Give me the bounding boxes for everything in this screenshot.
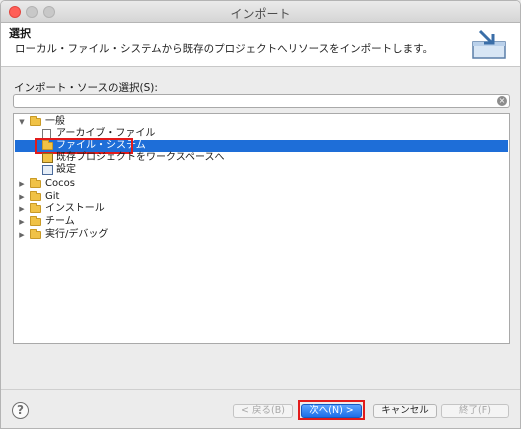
title-bar: インポート: [1, 1, 520, 23]
page-title: 選択: [9, 27, 31, 40]
import-source-tree: ▼ 一般 アーカイブ・ファイル ファイル・システム 既存プロジェクトをワークスペ…: [13, 113, 510, 344]
back-button[interactable]: < 戻る(B): [233, 404, 293, 418]
project-icon: [42, 153, 53, 163]
folder-icon: [30, 178, 41, 188]
wizard-header: 選択 ローカル・ファイル・システムから既存のプロジェクトへリソースをインポートし…: [1, 23, 520, 67]
footer-divider: [1, 389, 520, 390]
tree-item-cocos[interactable]: ▶ Cocos: [15, 178, 508, 190]
page-description: ローカル・ファイル・システムから既存のプロジェクトへリソースをインポートします。: [15, 43, 434, 55]
tree-item-existing-projects[interactable]: 既存プロジェクトをワークスペースへ: [15, 152, 508, 164]
help-icon[interactable]: ?: [12, 402, 29, 419]
tree-item-run-debug[interactable]: ▶ 実行/デバッグ: [15, 229, 508, 241]
tree-item-label: 一般: [45, 116, 65, 127]
expand-arrow-icon[interactable]: ▶: [18, 203, 26, 215]
expand-arrow-icon[interactable]: ▶: [18, 229, 26, 241]
tree-item-label: インストール: [45, 203, 105, 214]
highlight-box: [298, 400, 365, 420]
filter-input[interactable]: ×: [13, 94, 510, 108]
tree-item-label: Cocos: [45, 178, 75, 189]
tree-item-label: 実行/デバッグ: [45, 229, 109, 240]
tree-item-label: チーム: [45, 216, 75, 227]
window-title: インポート: [230, 7, 291, 21]
expand-arrow-icon[interactable]: ▶: [18, 178, 26, 190]
folder-icon: [30, 216, 41, 226]
tree-item-install[interactable]: ▶ インストール: [15, 203, 508, 215]
folder-icon: [30, 203, 41, 213]
folder-icon: [30, 191, 41, 201]
clear-icon[interactable]: ×: [497, 96, 507, 106]
tree-item-team[interactable]: ▶ チーム: [15, 216, 508, 228]
cancel-button[interactable]: キャンセル: [373, 404, 437, 418]
settings-icon: [42, 165, 53, 175]
folder-icon: [30, 229, 41, 239]
tree-item-label: Git: [45, 191, 60, 202]
folder-open-icon: [30, 116, 41, 126]
expand-arrow-icon[interactable]: ▶: [18, 191, 26, 203]
tree-item-preferences[interactable]: 設定: [15, 164, 508, 176]
tree-item-general[interactable]: ▼ 一般: [15, 116, 508, 128]
tree-item-label: 既存プロジェクトをワークスペースへ: [56, 152, 225, 163]
expand-arrow-icon[interactable]: ▼: [18, 116, 26, 128]
tree-item-git[interactable]: ▶ Git: [15, 191, 508, 203]
expand-arrow-icon[interactable]: ▶: [18, 216, 26, 228]
tree-item-label: 設定: [56, 164, 76, 175]
import-dialog: インポート 選択 ローカル・ファイル・システムから既存のプロジェクトへリソースを…: [0, 0, 521, 429]
finish-button[interactable]: 終了(F): [441, 404, 509, 418]
import-wizard-icon: [472, 29, 506, 59]
import-source-label: インポート・ソースの選択(S):: [14, 82, 158, 94]
